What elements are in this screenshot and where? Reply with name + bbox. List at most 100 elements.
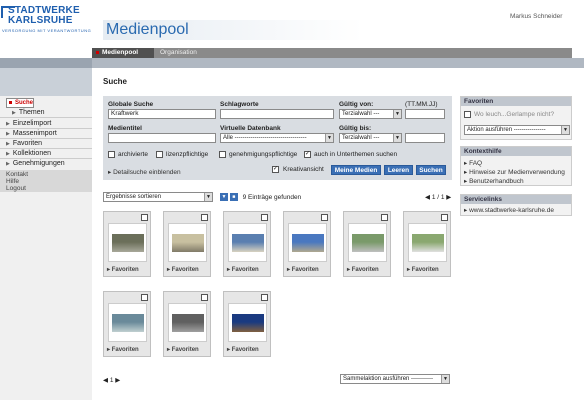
arrow-right-icon: ▶: [6, 151, 10, 157]
media-title-input[interactable]: [108, 133, 216, 143]
result-tile[interactable]: ▸ Favoriten: [403, 211, 451, 277]
dropdown-arrow-icon: ▼: [393, 110, 401, 118]
valid-from-date-input[interactable]: [405, 109, 445, 119]
tile-thumbnail[interactable]: [348, 223, 387, 262]
select-value: Sammelaktion ausführen -----------: [343, 376, 434, 382]
page-info: 1 / 1: [431, 194, 445, 201]
my-media-button[interactable]: Meine Medien: [331, 165, 381, 175]
favorite-entry-checkbox[interactable]: [464, 111, 471, 118]
tile-select-checkbox[interactable]: [141, 294, 148, 301]
result-tile[interactable]: ▸ Favoriten: [343, 211, 391, 277]
sidebar-item-label: Suche: [15, 100, 34, 106]
tile-thumbnail[interactable]: [288, 223, 327, 262]
tab-medienpool[interactable]: Medienpool: [92, 48, 154, 58]
chimney-photo-icon: [172, 234, 204, 252]
keywords-input[interactable]: [220, 109, 334, 119]
favorite-entry-label: Wo leuch...Gerlampe nicht?: [474, 111, 555, 118]
date-format-hint: (TT.MM.JJ): [405, 101, 438, 108]
help-link-label: FAQ: [469, 160, 483, 167]
add-to-favorites-link[interactable]: ▸ Favoriten: [407, 266, 439, 273]
search-button[interactable]: Suchen: [416, 165, 446, 175]
add-to-favorites-link[interactable]: ▸ Favoriten: [167, 346, 199, 353]
sidebar-item-label: Genehmigungen: [12, 160, 65, 167]
tile-select-checkbox[interactable]: [261, 294, 268, 301]
help-link-faq[interactable]: ▸ FAQ: [464, 159, 482, 167]
context-help-box: Kontexthilfe ▸ FAQ ▸ Hinweise zur Medien…: [460, 146, 572, 186]
view-list-icon[interactable]: ▼: [220, 193, 228, 201]
result-tile[interactable]: ▸ Favoriten: [103, 291, 151, 357]
view-grid-icon[interactable]: ■: [229, 193, 238, 201]
license-checkbox[interactable]: [156, 151, 163, 158]
add-to-favorites-link[interactable]: ▸ Favoriten: [227, 346, 259, 353]
tile-select-checkbox[interactable]: [261, 214, 268, 221]
tile-thumbnail[interactable]: [228, 223, 267, 262]
tile-select-checkbox[interactable]: [141, 214, 148, 221]
result-tile[interactable]: ▸ Favoriten: [163, 291, 211, 357]
archived-checkbox[interactable]: [108, 151, 115, 158]
tile-select-checkbox[interactable]: [381, 214, 388, 221]
result-tile[interactable]: ▸ Favoriten: [103, 211, 151, 277]
subthemes-checkbox[interactable]: ✓: [304, 151, 311, 158]
service-link-website[interactable]: ▸ www.stadtwerke-karlsruhe.de: [464, 206, 554, 214]
tile-thumbnail[interactable]: [228, 303, 267, 342]
subthemes-label: auch in Unterthemen suchen: [314, 151, 398, 158]
main-top-bar: [92, 58, 584, 68]
clear-button[interactable]: Leeren: [384, 165, 413, 175]
virtual-db-select[interactable]: Alle -----------------------------------…: [220, 133, 334, 143]
collective-action-select[interactable]: Sammelaktion ausführen ----------- ▼: [340, 374, 450, 384]
results-count: 9 Einträge gefunden: [242, 193, 302, 201]
sidebar-item-suche[interactable]: Suche: [6, 98, 35, 108]
tile-thumbnail[interactable]: [408, 223, 447, 262]
global-search-input[interactable]: Kraftwerk: [108, 109, 216, 119]
sidebar-item-genehmigungen[interactable]: ▶ Genehmigungen: [6, 159, 65, 169]
tile-select-checkbox[interactable]: [321, 214, 328, 221]
link-kontakt[interactable]: Kontakt: [6, 171, 28, 178]
tile-thumbnail[interactable]: [168, 223, 207, 262]
valid-to-date-input[interactable]: [405, 133, 445, 143]
detail-search-toggle[interactable]: ▸ Detailsuche einblenden: [108, 168, 181, 176]
dropdown-arrow-icon: ▼: [561, 126, 569, 134]
divider: [0, 117, 92, 118]
license-label: lizenzpflichtige: [166, 151, 209, 158]
help-link-manual[interactable]: ▸ Benutzerhandbuch: [464, 177, 524, 185]
result-tile[interactable]: ▸ Favoriten: [163, 211, 211, 277]
industrial-photo-icon: [112, 234, 144, 252]
tile-select-checkbox[interactable]: [441, 214, 448, 221]
result-tile[interactable]: ▸ Favoriten: [283, 211, 331, 277]
creative-view-checkbox[interactable]: ✓: [272, 166, 279, 173]
tile-select-checkbox[interactable]: [201, 214, 208, 221]
logo-line2: KARLSRUHE: [8, 15, 73, 26]
tab-organisation[interactable]: Organisation: [156, 48, 201, 58]
tent-photo-icon: [412, 234, 444, 252]
user-name: Markus Schneider: [510, 13, 563, 20]
prev-page-icon[interactable]: ◀: [103, 377, 110, 384]
add-to-favorites-link[interactable]: ▸ Favoriten: [167, 266, 199, 273]
service-links-title: Servicelinks: [461, 195, 571, 204]
arrow-right-icon: ▶: [12, 110, 16, 116]
result-tile[interactable]: ▸ Favoriten: [223, 211, 271, 277]
link-logout[interactable]: Logout: [6, 185, 26, 192]
prev-page-icon[interactable]: ◀: [425, 194, 432, 201]
result-tile[interactable]: ▸ Favoriten: [223, 291, 271, 357]
link-hilfe[interactable]: Hilfe: [6, 178, 19, 185]
add-to-favorites-link[interactable]: ▸ Favoriten: [107, 346, 139, 353]
sort-select[interactable]: Ergebnisse sortieren ▼: [103, 192, 213, 202]
add-to-favorites-link[interactable]: ▸ Favoriten: [107, 266, 139, 273]
next-page-icon[interactable]: ▶: [444, 194, 451, 201]
approval-checkbox[interactable]: [219, 151, 226, 158]
tile-thumbnail[interactable]: [168, 303, 207, 342]
add-to-favorites-link[interactable]: ▸ Favoriten: [347, 266, 379, 273]
tile-select-checkbox[interactable]: [201, 294, 208, 301]
stadtwerke-logo[interactable]: STADTWERKE KARLSRUHE VERSORGUNG MIT VERA…: [1, 6, 92, 40]
valid-from-select[interactable]: Terzialwahl --- ▼: [339, 109, 402, 119]
next-page-icon[interactable]: ▶: [113, 377, 120, 384]
logo-mark-icon: [1, 6, 15, 18]
help-link-media-usage[interactable]: ▸ Hinweise zur Medienverwendung: [464, 168, 565, 176]
tile-thumbnail[interactable]: [108, 303, 147, 342]
valid-to-select[interactable]: Terzialwahl --- ▼: [339, 133, 402, 143]
add-to-favorites-link[interactable]: ▸ Favoriten: [287, 266, 319, 273]
crowd-photo-icon: [352, 234, 384, 252]
tile-thumbnail[interactable]: [108, 223, 147, 262]
add-to-favorites-link[interactable]: ▸ Favoriten: [227, 266, 259, 273]
favorites-action-select[interactable]: Aktion ausführen ---------------- ▼: [464, 125, 570, 135]
